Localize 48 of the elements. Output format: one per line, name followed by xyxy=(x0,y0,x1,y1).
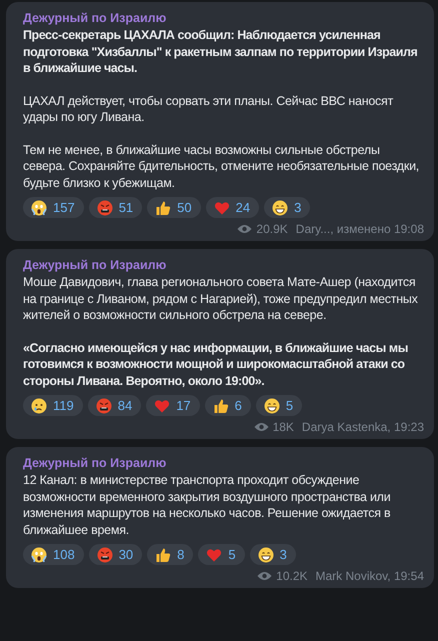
eye-icon xyxy=(254,422,269,432)
reaction-button[interactable]: 6 xyxy=(204,395,251,416)
reaction-button[interactable]: 5 xyxy=(256,395,302,416)
thumbs-up-icon xyxy=(155,546,172,562)
view-count: 18K xyxy=(272,419,294,435)
message-text: 12 Канал: в министерстве транспорта проходит обсуждение возможности временного закрытия воздушного пространства или изменения маршрутов на несколько часов. Решение ожидается в ближайшее время. xyxy=(23,472,392,538)
reaction-button[interactable]: 51 xyxy=(88,197,142,218)
reaction-button[interactable]: 30 xyxy=(88,544,142,565)
reaction-button[interactable]: 84 xyxy=(88,395,142,416)
reaction-button[interactable]: 3 xyxy=(250,544,296,565)
author-time: Mark Novikov, 19:54 xyxy=(316,568,424,584)
message-text: «Согласно имеющейся у нас информации, в ближайшие часы мы готовимся к возможности мощной и широкомасштабной атаки со стороны Ливана. Вероятно, около 19:00». xyxy=(23,340,409,389)
author-time: Darya Kastenka, 19:23 xyxy=(302,419,424,435)
angry-face-icon xyxy=(96,546,113,562)
screaming-face-icon xyxy=(31,546,47,562)
reaction-button[interactable]: 108 xyxy=(23,544,84,565)
reaction-button[interactable]: 17 xyxy=(146,395,200,416)
message-text: Моше Давидович, глава регионального совета Мате-Ашер (находится на границе с Ливаном, рядом с Нагарией), тоже предупредил местных жителей о возможности сильного обстрела на севере. xyxy=(23,274,419,324)
reaction-button[interactable]: 8 xyxy=(147,544,194,565)
grinning-face-icon xyxy=(264,398,280,414)
crying-face-icon xyxy=(31,398,47,414)
view-count: 10.2K xyxy=(276,568,308,584)
reaction-button[interactable]: 3 xyxy=(264,197,310,218)
message-text: Тем не менее, в ближайшие часы возможны сильные обстрелы севера. Сохраняйте бдительность, отмените необязательные поездки, будьте близко к убежищам. xyxy=(23,142,420,191)
view-count: 20.9K xyxy=(256,221,288,237)
sender-name[interactable]: Дежурный по Израилю xyxy=(23,257,424,274)
heart-icon xyxy=(154,398,170,414)
screaming-face-icon xyxy=(31,200,47,216)
thumbs-up-icon xyxy=(212,398,229,414)
angry-face-icon xyxy=(96,200,113,216)
thumbs-up-icon xyxy=(155,200,172,216)
reaction-button[interactable]: 50 xyxy=(147,197,201,218)
sender-name[interactable]: Дежурный по Израилю xyxy=(23,455,424,472)
heart-icon xyxy=(206,546,222,562)
grinning-face-icon xyxy=(258,546,274,562)
grinning-face-icon xyxy=(272,200,288,216)
message-text: Пресс-секретарь ЦАХАЛА сообщил: Наблюдается усиленная подготовка "Хизбаллы" к ракетным залпам по территории Израиля в ближайшие часы. xyxy=(23,27,418,76)
author-time: Dary..., изменено 19:08 xyxy=(296,221,424,237)
eye-icon xyxy=(257,571,272,581)
message-text: ЦАХАЛ действует, чтобы сорвать эти планы. Сейчас ВВС наносят удары по югу Ливана. xyxy=(23,92,394,126)
reaction-button[interactable]: 24 xyxy=(206,197,260,218)
reaction-button[interactable]: 5 xyxy=(198,544,245,565)
reaction-button[interactable]: 157 xyxy=(23,197,84,218)
heart-icon xyxy=(214,200,230,216)
reaction-button[interactable]: 119 xyxy=(23,395,83,416)
angry-face-icon xyxy=(96,398,112,414)
eye-icon xyxy=(237,224,252,234)
sender-name[interactable]: Дежурный по Израилю xyxy=(23,10,424,27)
